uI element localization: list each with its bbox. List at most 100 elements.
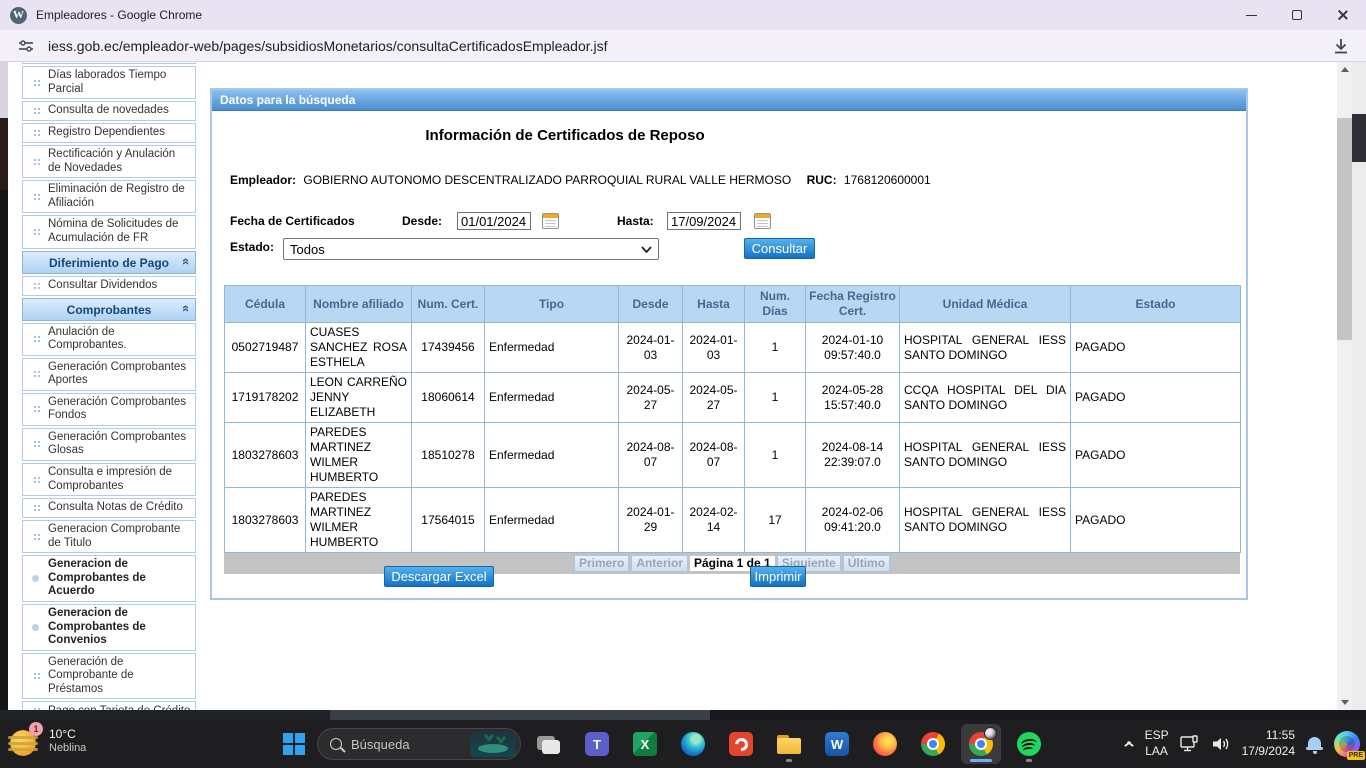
edge-icon[interactable] — [673, 724, 713, 764]
file-explorer-icon[interactable] — [769, 724, 809, 764]
sidebar-item[interactable]: Días laborados Tiempo Parcial — [22, 66, 196, 99]
window-title: Empleadores - Google Chrome — [36, 8, 202, 22]
pagination-ultimo-button[interactable]: Último — [843, 555, 890, 572]
language-indicator[interactable]: ESP LAA — [1145, 728, 1169, 759]
pagination-primero-button[interactable]: Primero — [574, 555, 629, 572]
sidebar-item[interactable]: Anulación de Comprobantes. — [22, 323, 196, 356]
ruc-label: RUC: — [807, 173, 837, 187]
download-icon[interactable] — [1332, 37, 1350, 55]
collapse-chevrons-icon[interactable]: « — [179, 304, 194, 311]
sidebar-section-header[interactable]: Diferimiento de Pago« — [22, 251, 196, 274]
notification-count-badge: 1 — [29, 722, 43, 736]
hasta-input[interactable] — [667, 212, 741, 230]
imprimir-button[interactable]: Imprimir — [750, 566, 806, 587]
sidebar-item[interactable]: Nómina de Solicitudes de Acumulación de … — [22, 215, 196, 248]
empleador-row: Empleador: GOBIERNO AUTONOMO DESCENTRALI… — [230, 173, 931, 187]
weather-fog-icon: 1 — [10, 726, 40, 756]
bullet-icon — [23, 624, 48, 631]
sidebar-item-label: Días laborados Tiempo Parcial — [48, 69, 193, 96]
close-button[interactable] — [1320, 0, 1366, 30]
sidebar-item[interactable]: Generacion Comprobante de Titulo — [22, 520, 196, 553]
sidebar-section-header[interactable]: Comprobantes« — [22, 298, 196, 321]
certificados-table-wrap: CédulaNombre afiliadoNum. Cert.TipoDesde… — [224, 285, 1240, 574]
sidebar-item[interactable]: Rectificación y Anulación de Novedades — [22, 145, 196, 178]
pdf-reader-icon[interactable] — [721, 724, 761, 764]
sidebar-item-label: Eliminación de Registro de Afiliación — [48, 183, 193, 210]
clock-widget[interactable]: 11:55 17/9/2024 — [1242, 728, 1295, 759]
minimize-button[interactable] — [1228, 0, 1274, 30]
sidebar-item[interactable]: Generación Comprobantes Glosas — [22, 428, 196, 461]
sidebar-item[interactable]: Generación Comprobantes Fondos — [22, 393, 196, 426]
tray-overflow-chevron-icon[interactable] — [1124, 741, 1134, 747]
table-cell: HOSPITAL GENERAL IESS SANTO DOMINGO — [900, 323, 1071, 373]
estado-label: Estado: — [230, 240, 274, 254]
search-daily-image[interactable] — [470, 731, 516, 757]
scrollbar-thumb[interactable] — [1337, 118, 1352, 340]
spotify-icon[interactable] — [1009, 724, 1049, 764]
descargar-excel-button[interactable]: Descargar Excel — [384, 566, 494, 587]
sidebar-item[interactable]: Consultar Dividendos — [22, 276, 196, 296]
firefox-icon[interactable] — [865, 724, 905, 764]
column-header: Hasta — [683, 286, 745, 323]
desktop-left-edge — [0, 62, 8, 710]
sidebar-menu: Avisos de Entrada Días laborados Tiempo P… — [22, 62, 196, 710]
close-icon — [1337, 9, 1349, 21]
estado-select[interactable]: Todos — [283, 238, 659, 260]
weather-widget[interactable]: 1 10°C Neblina — [10, 726, 86, 756]
column-header: Fecha Registro Cert. — [806, 286, 900, 323]
pagination-anterior-button[interactable]: Anterior — [631, 555, 688, 572]
table-row: 1719178202LEON CARREÑO JENNY ELIZABETH18… — [225, 373, 1241, 423]
start-button[interactable] — [283, 733, 305, 755]
sidebar-item[interactable]: Consulta e impresión de Comprobantes — [22, 463, 196, 496]
chrome-active-icon[interactable] — [961, 724, 1001, 764]
sidebar-item[interactable]: Generación Comprobantes Aportes — [22, 358, 196, 391]
sidebar-item[interactable]: Eliminación de Registro de Afiliación — [22, 180, 196, 213]
maximize-icon — [1292, 10, 1302, 20]
page-scrollbar[interactable] — [1337, 62, 1352, 710]
scroll-up-arrow-icon[interactable] — [1337, 62, 1352, 77]
notifications-bell-icon[interactable] — [1306, 735, 1323, 753]
taskbar-search-box[interactable]: Búsqueda — [317, 728, 521, 760]
collapse-chevrons-icon[interactable]: « — [179, 257, 194, 264]
search-panel: Datos para la búsqueda Información de Ce… — [210, 88, 1248, 600]
task-view-button[interactable] — [529, 724, 569, 764]
word-icon[interactable]: W — [817, 724, 857, 764]
chrome-icon[interactable] — [913, 724, 953, 764]
calendar-icon[interactable] — [542, 213, 559, 229]
sidebar-item[interactable]: Generacion de Comprobantes de Acuerdo — [22, 555, 196, 602]
sidebar-item[interactable]: Registro Dependientes — [22, 123, 196, 143]
desde-input[interactable] — [457, 212, 531, 230]
teams-icon[interactable]: T — [577, 724, 617, 764]
table-cell: 1 — [745, 323, 806, 373]
table-cell: Enfermedad — [485, 323, 619, 373]
table-cell: 18510278 — [412, 423, 485, 488]
sidebar-item[interactable]: Avisos de Entrada — [22, 62, 196, 64]
site-settings-tune-icon[interactable] — [18, 38, 34, 54]
table-cell: PAREDES MARTINEZ WILMER HUMBERTO — [306, 423, 412, 488]
calendar-icon[interactable] — [754, 213, 771, 229]
consultar-button[interactable]: Consultar — [744, 238, 815, 259]
browser-viewport: Avisos de Entrada Días laborados Tiempo P… — [0, 62, 1366, 710]
maximize-button[interactable] — [1274, 0, 1320, 30]
column-header: Nombre afiliado — [306, 286, 412, 323]
copilot-icon[interactable]: PRE — [1334, 731, 1360, 757]
empleador-value: GOBIERNO AUTONOMO DESCENTRALIZADO PARROQ… — [303, 173, 791, 187]
sidebar-item-label: Nómina de Solicitudes de Acumulación de … — [48, 218, 193, 245]
table-cell: 1 — [745, 423, 806, 488]
table-cell: HOSPITAL GENERAL IESS SANTO DOMINGO — [900, 423, 1071, 488]
url-text[interactable]: iess.gob.ec/empleador-web/pages/subsidio… — [48, 38, 608, 54]
table-cell: HOSPITAL GENERAL IESS SANTO DOMINGO — [900, 488, 1071, 553]
network-icon[interactable] — [1180, 735, 1200, 753]
browser-urlbar: iess.gob.ec/empleador-web/pages/subsidio… — [0, 30, 1366, 62]
desde-label: Desde: — [402, 214, 442, 228]
sidebar-item[interactable]: Generación de Comprobante de Préstamos — [22, 653, 196, 700]
volume-icon[interactable] — [1211, 735, 1231, 753]
sidebar-item[interactable]: Consulta Notas de Crédito — [22, 498, 196, 518]
scroll-down-arrow-icon[interactable] — [1341, 700, 1349, 705]
sidebar-item[interactable]: Generacion de Comprobantes de Convenios — [22, 604, 196, 651]
table-cell: 2024-01-29 — [619, 488, 683, 553]
sidebar-item[interactable]: Pago con Tarjeta de Crédito — [22, 701, 196, 710]
excel-icon[interactable]: X — [625, 724, 665, 764]
sidebar-item[interactable]: Consulta de novedades — [22, 101, 196, 121]
table-cell: 2024-01-10 09:57:40.0 — [806, 323, 900, 373]
